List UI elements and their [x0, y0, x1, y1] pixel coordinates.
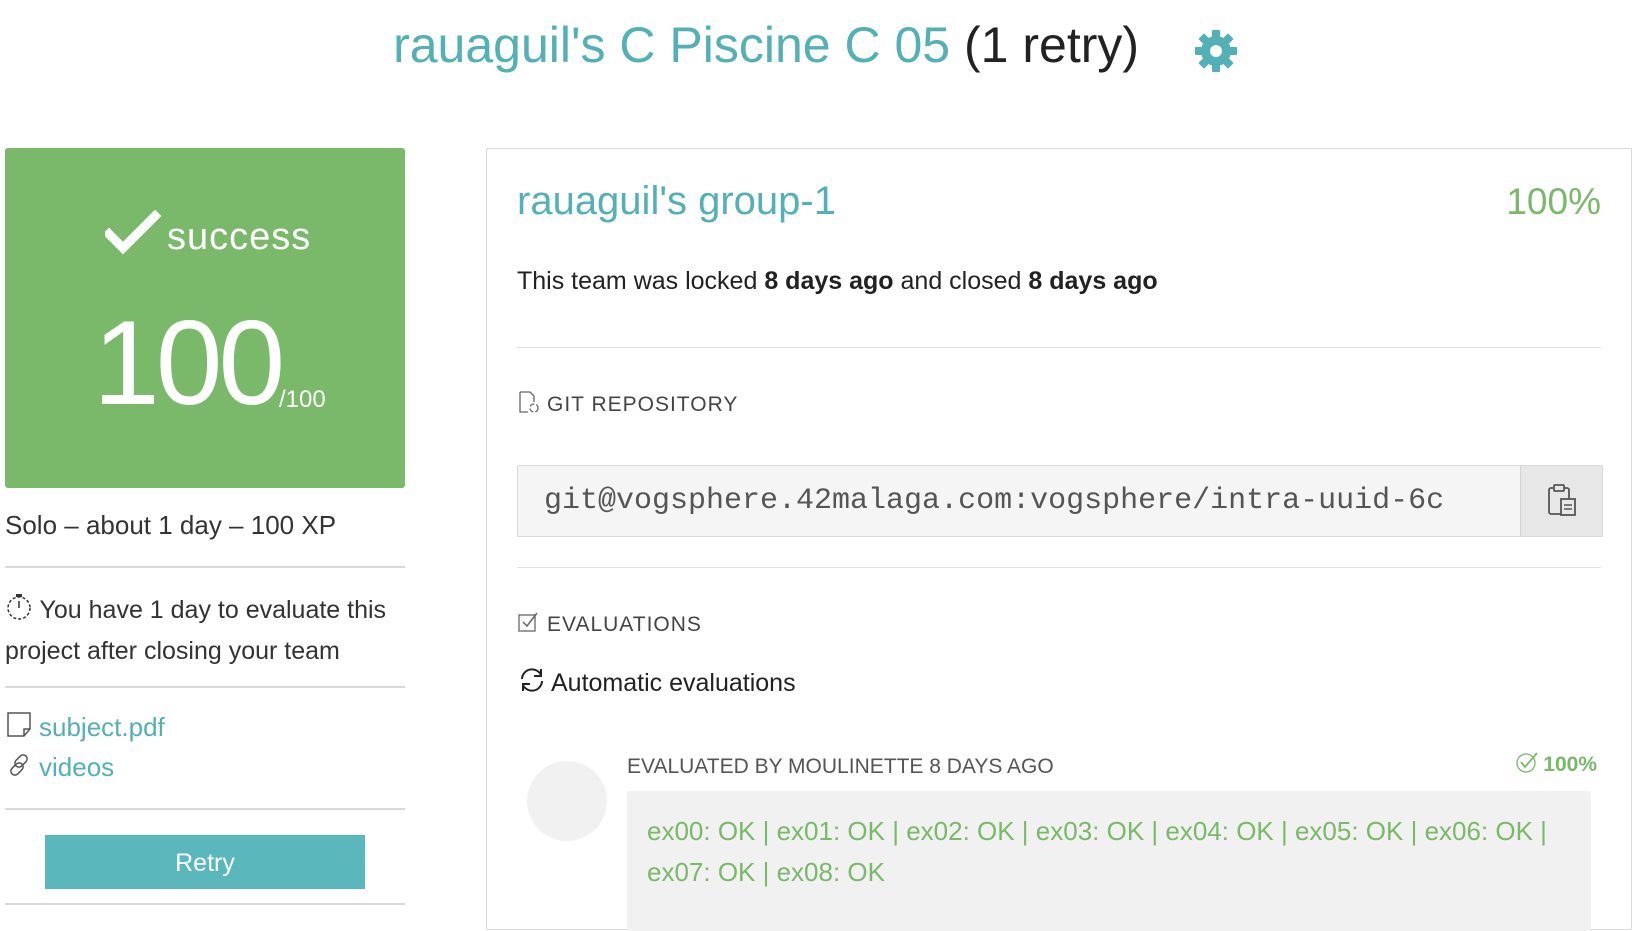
status-text: success — [167, 216, 312, 259]
automatic-evaluations-heading: Automatic evaluations — [517, 668, 796, 699]
retry-count: (1 retry) — [964, 17, 1140, 73]
project-meta: Solo – about 1 day – 100 XP — [5, 510, 337, 540]
gear-icon[interactable] — [1193, 22, 1239, 72]
evaluations-label: EVALUATIONS — [547, 613, 702, 636]
divider — [517, 567, 1601, 568]
evaluation-result: ex00: OK | ex01: OK | ex02: OK | ex03: O… — [627, 791, 1591, 931]
divider — [517, 347, 1601, 348]
lock-middle: and closed — [893, 267, 1029, 295]
git-repository-label: GIT REPOSITORY — [547, 393, 739, 416]
final-mark: 100 — [93, 296, 285, 430]
clipboard-icon — [1544, 483, 1580, 521]
team-score: 100% — [1506, 181, 1601, 222]
evaluator-line: EVALUATED BY MOULINETTE 8 DAYS AGO — [627, 755, 1054, 778]
lock-prefix: This team was locked — [517, 267, 765, 295]
subject-link-label[interactable]: subject.pdf — [39, 712, 165, 742]
checkbox-icon — [517, 610, 541, 634]
git-file-icon — [517, 390, 541, 414]
status-line: success — [102, 209, 312, 262]
videos-link[interactable]: videos — [5, 752, 114, 784]
avatar — [527, 761, 607, 841]
evaluation-note: You have 1 day to evaluate this project … — [5, 590, 405, 672]
git-repository-heading: GIT REPOSITORY — [517, 390, 739, 417]
divider — [5, 686, 405, 688]
retry-button[interactable]: Retry — [45, 835, 365, 889]
divider — [5, 808, 405, 810]
evaluations-heading: EVALUATIONS — [517, 610, 702, 637]
git-repo-field — [517, 465, 1603, 537]
evaluation-note-text: You have 1 day to evaluate this project … — [5, 596, 387, 665]
page-title: rauaguil's C Piscine C 05 (1 retry) — [0, 10, 1632, 80]
evaluation-score-value: 100% — [1543, 753, 1597, 776]
closed-time: 8 days ago — [1028, 267, 1158, 295]
refresh-icon — [517, 665, 547, 695]
mark-max: /100 — [279, 386, 326, 413]
score-card: success 100 /100 — [5, 148, 405, 488]
team-panel: rauaguil's group-1 100% This team was lo… — [486, 148, 1632, 931]
team-lock-status: This team was locked 8 days ago and clos… — [517, 267, 1158, 296]
project-title-link[interactable]: rauaguil's C Piscine C 05 — [393, 17, 950, 73]
checkmark-icon — [102, 209, 162, 256]
videos-link-label[interactable]: videos — [39, 752, 114, 782]
copy-button[interactable] — [1520, 466, 1602, 536]
divider — [5, 566, 405, 568]
link-icon — [5, 750, 35, 780]
document-icon — [5, 710, 35, 740]
subject-link[interactable]: subject.pdf — [5, 712, 165, 744]
stopwatch-icon — [5, 593, 33, 621]
locked-time: 8 days ago — [764, 267, 894, 295]
team-name[interactable]: rauaguil's group-1 — [517, 179, 836, 224]
check-icon — [1515, 750, 1539, 774]
git-url-input[interactable] — [518, 466, 1520, 536]
automatic-evaluations-label: Automatic evaluations — [551, 669, 796, 697]
evaluation-score: 100% — [1515, 750, 1597, 777]
divider — [5, 903, 405, 905]
